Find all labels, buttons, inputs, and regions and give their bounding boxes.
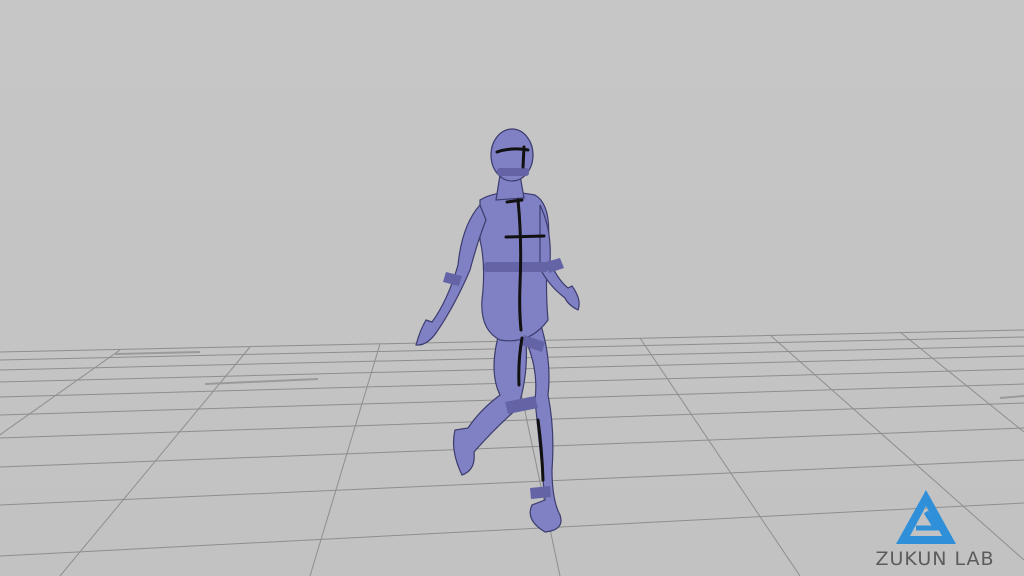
3d-viewport[interactable]: ZUKUN LAB xyxy=(0,0,1024,576)
walking-figure-mannequin xyxy=(415,128,580,533)
floor-tick-marks xyxy=(114,351,1024,399)
triangle-logo-icon xyxy=(896,490,956,544)
zukun-lab-watermark: ZUKUN LAB xyxy=(854,486,1024,576)
brand-text: ZUKUN LAB xyxy=(875,548,995,570)
